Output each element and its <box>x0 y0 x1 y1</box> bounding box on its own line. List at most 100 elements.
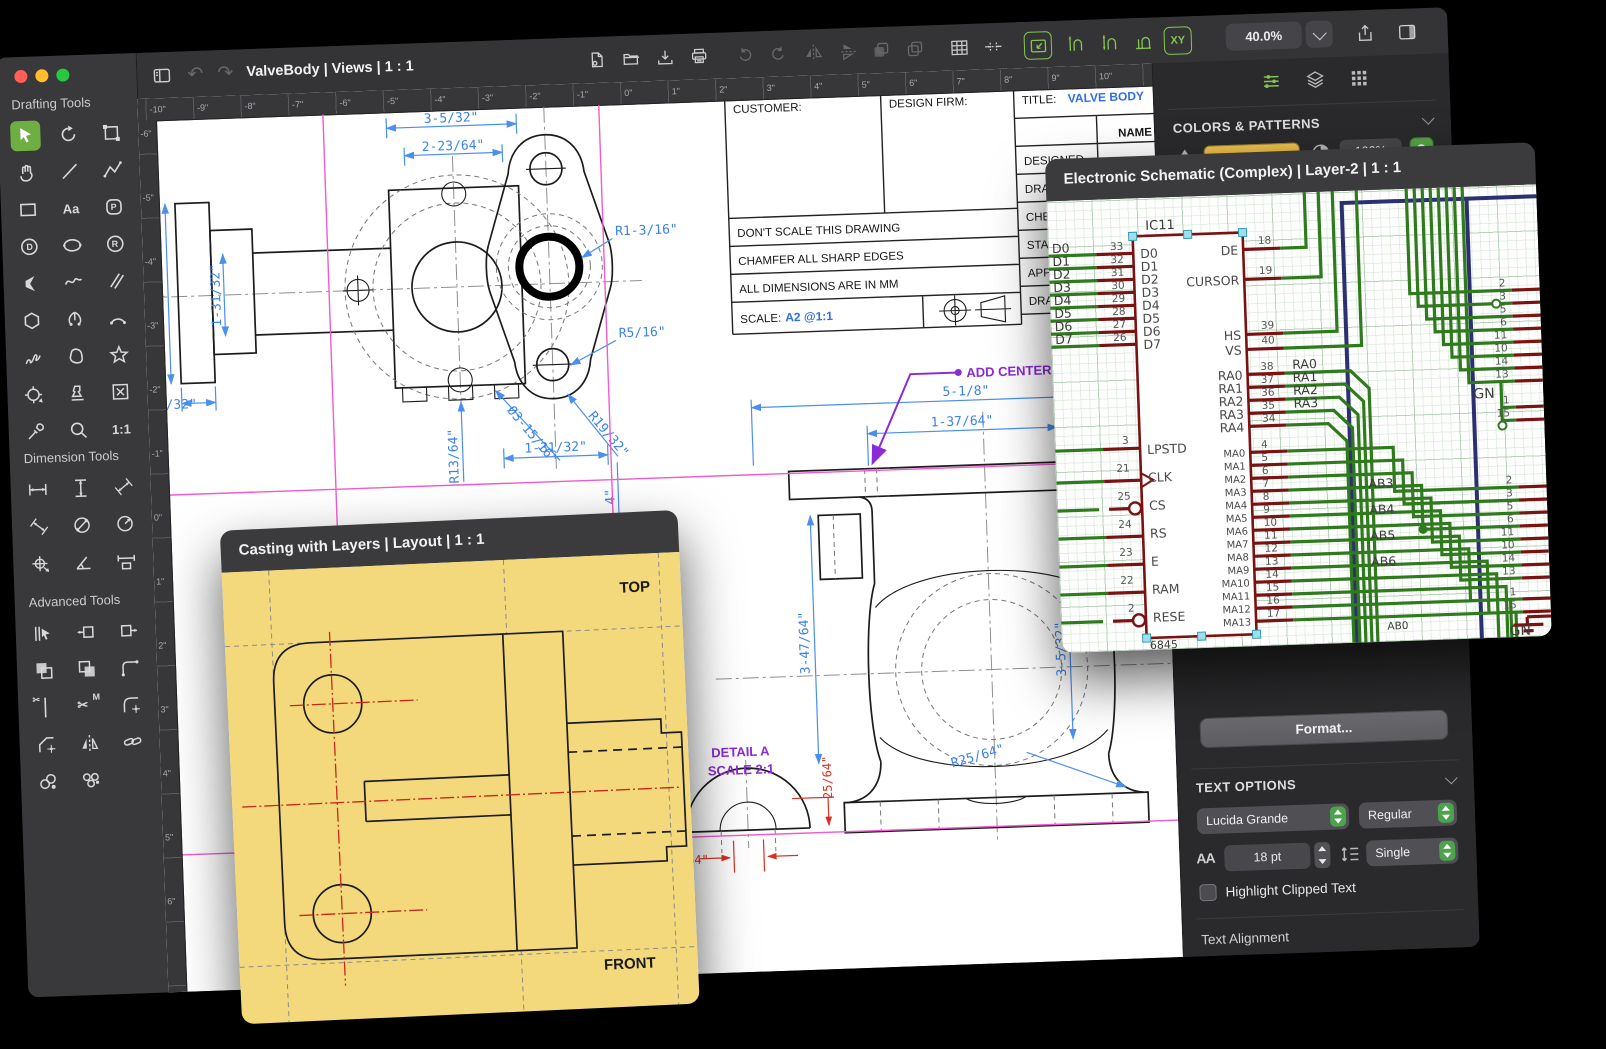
adv-chain[interactable] <box>33 766 64 797</box>
tool-curve[interactable] <box>58 267 89 298</box>
tab-properties-sliders-icon[interactable] <box>1257 67 1286 96</box>
tool-blob[interactable] <box>61 341 92 372</box>
dimension-double-icon[interactable] <box>1095 29 1122 56</box>
right-wires[interactable] <box>1278 185 1524 645</box>
flip-vertical-icon[interactable] <box>834 38 861 65</box>
colors-collapse-chevron-icon[interactable] <box>1422 112 1435 125</box>
flip-horizontal-icon[interactable] <box>800 39 827 66</box>
font-size-field[interactable]: 18 pt <box>1224 843 1311 872</box>
dim-horizontal[interactable] <box>23 474 54 505</box>
spacing-stepper-icon[interactable] <box>1439 840 1456 861</box>
minimize-button[interactable] <box>35 69 48 82</box>
format-button[interactable]: Format... <box>1199 710 1448 749</box>
close-button[interactable] <box>14 70 27 83</box>
tool-circle-radius[interactable]: R <box>99 228 130 259</box>
tool-rotate[interactable] <box>53 119 84 150</box>
tool-point-marker[interactable] <box>19 379 50 410</box>
tool-ellipse[interactable] <box>57 230 88 261</box>
dim-vertical[interactable] <box>65 473 96 504</box>
rotate-right-icon[interactable] <box>766 40 793 67</box>
text-options-header[interactable]: TEXT OPTIONS <box>1196 777 1297 795</box>
dim-angle[interactable] <box>68 547 99 578</box>
dimension-frame-icon[interactable] <box>1023 31 1052 60</box>
adv-split-multi[interactable]: ✂M <box>73 691 104 722</box>
new-document-icon[interactable] <box>584 46 611 73</box>
tool-line[interactable] <box>54 156 85 187</box>
sidebar-toggle-icon[interactable] <box>148 62 175 89</box>
tool-rectangle[interactable] <box>13 194 44 225</box>
tool-polygon[interactable] <box>17 305 48 336</box>
adv-nudge[interactable] <box>28 618 59 649</box>
tool-arc[interactable] <box>102 302 133 333</box>
casting-part[interactable] <box>272 626 691 961</box>
tool-parallel-lines[interactable] <box>101 265 132 296</box>
print-icon[interactable] <box>686 43 713 70</box>
font-size-stepper[interactable] <box>1314 842 1331 869</box>
adv-fillet[interactable] <box>116 689 147 720</box>
adv-chamfer[interactable] <box>32 729 63 760</box>
xy-coordinates-icon[interactable]: XY <box>1163 26 1192 55</box>
casting-drawing[interactable]: TOP FRONT <box>222 552 700 1024</box>
share-icon[interactable] <box>1351 20 1378 47</box>
dim-center-mark[interactable] <box>25 548 56 579</box>
tool-select[interactable] <box>10 120 41 151</box>
adv-mirror[interactable] <box>74 728 105 759</box>
font-family-select[interactable]: Lucida Grande <box>1197 803 1350 834</box>
adv-link[interactable] <box>117 726 148 757</box>
tool-parametric-shape[interactable]: P <box>98 191 129 222</box>
tool-bezier-pen[interactable] <box>59 304 90 335</box>
line-spacing-select[interactable]: Single <box>1366 837 1459 866</box>
schematic-window[interactable]: Electronic Schematic (Complex) | Layer-2… <box>1045 142 1552 653</box>
schematic-canvas[interactable]: IC11 6845 D0D1D2D3D4D5D6D7 3332313029282… <box>1046 184 1551 653</box>
zoom-dropdown-button[interactable] <box>1305 20 1333 48</box>
tool-zoom[interactable] <box>63 415 94 446</box>
tool-circle-diameter[interactable]: D <box>14 231 45 262</box>
schematic-drawing[interactable]: IC11 6845 D0D1D2D3D4D5D6D7 3332313029282… <box>1046 184 1551 653</box>
tool-text[interactable]: Aa <box>55 193 86 224</box>
tool-transform[interactable] <box>96 117 127 148</box>
redo-button[interactable]: ↷ <box>212 59 239 86</box>
dimension-arc-icon[interactable] <box>1129 27 1156 54</box>
dim-diameter[interactable] <box>67 510 98 541</box>
tool-eyedropper[interactable] <box>21 416 52 447</box>
dimension-style-icon[interactable] <box>979 33 1006 60</box>
group-icon[interactable] <box>868 37 895 64</box>
import-icon[interactable] <box>652 44 679 71</box>
dim-diagonal[interactable] <box>108 471 139 502</box>
dim-diagonal-alt[interactable] <box>24 511 55 542</box>
adv-group-circles[interactable] <box>75 764 106 795</box>
tool-stamp[interactable] <box>62 378 93 409</box>
casting-window[interactable]: Casting with Layers | Layout | 1 : 1 <box>220 510 700 1024</box>
ungroup-icon[interactable] <box>902 35 929 62</box>
dimension-single-icon[interactable] <box>1061 30 1088 57</box>
tool-polyline[interactable] <box>97 154 128 185</box>
tool-pan[interactable] <box>12 157 43 188</box>
zoom-level[interactable]: 40.0% <box>1225 21 1302 51</box>
traffic-lights[interactable] <box>14 68 69 83</box>
adv-join[interactable] <box>114 652 145 683</box>
undo-button[interactable]: ↶ <box>182 60 209 87</box>
tool-star[interactable] <box>103 339 134 370</box>
adv-subtract[interactable] <box>72 654 103 685</box>
table-grid-icon[interactable] <box>945 34 972 61</box>
text-alignment-header[interactable]: Text Alignment <box>1201 929 1289 947</box>
tool-wedge[interactable] <box>15 268 46 299</box>
tool-freehand[interactable] <box>18 342 49 373</box>
panel-toggle-icon[interactable] <box>1393 18 1420 45</box>
rotate-left-icon[interactable] <box>732 41 759 68</box>
tab-layers-icon[interactable] <box>1301 65 1330 94</box>
dim-with-label[interactable] <box>110 545 141 576</box>
adv-split[interactable]: ✂ <box>30 692 61 723</box>
maximize-button[interactable] <box>56 68 69 81</box>
font-weight-select[interactable]: Regular <box>1359 799 1458 828</box>
font-stepper-icon[interactable] <box>1330 806 1347 827</box>
dim-radius[interactable] <box>109 508 140 539</box>
adv-extend-left[interactable] <box>70 617 101 648</box>
adv-union[interactable] <box>29 655 60 686</box>
weight-stepper-icon[interactable] <box>1438 802 1455 823</box>
detail-a[interactable]: DETAIL A SCALE 2:1 25/64" 64" <box>683 741 837 874</box>
tool-no-fill[interactable] <box>105 376 136 407</box>
highlight-clipped-checkbox[interactable] <box>1199 884 1217 902</box>
tab-library-icon[interactable] <box>1345 64 1374 93</box>
open-folder-icon[interactable] <box>618 45 645 72</box>
